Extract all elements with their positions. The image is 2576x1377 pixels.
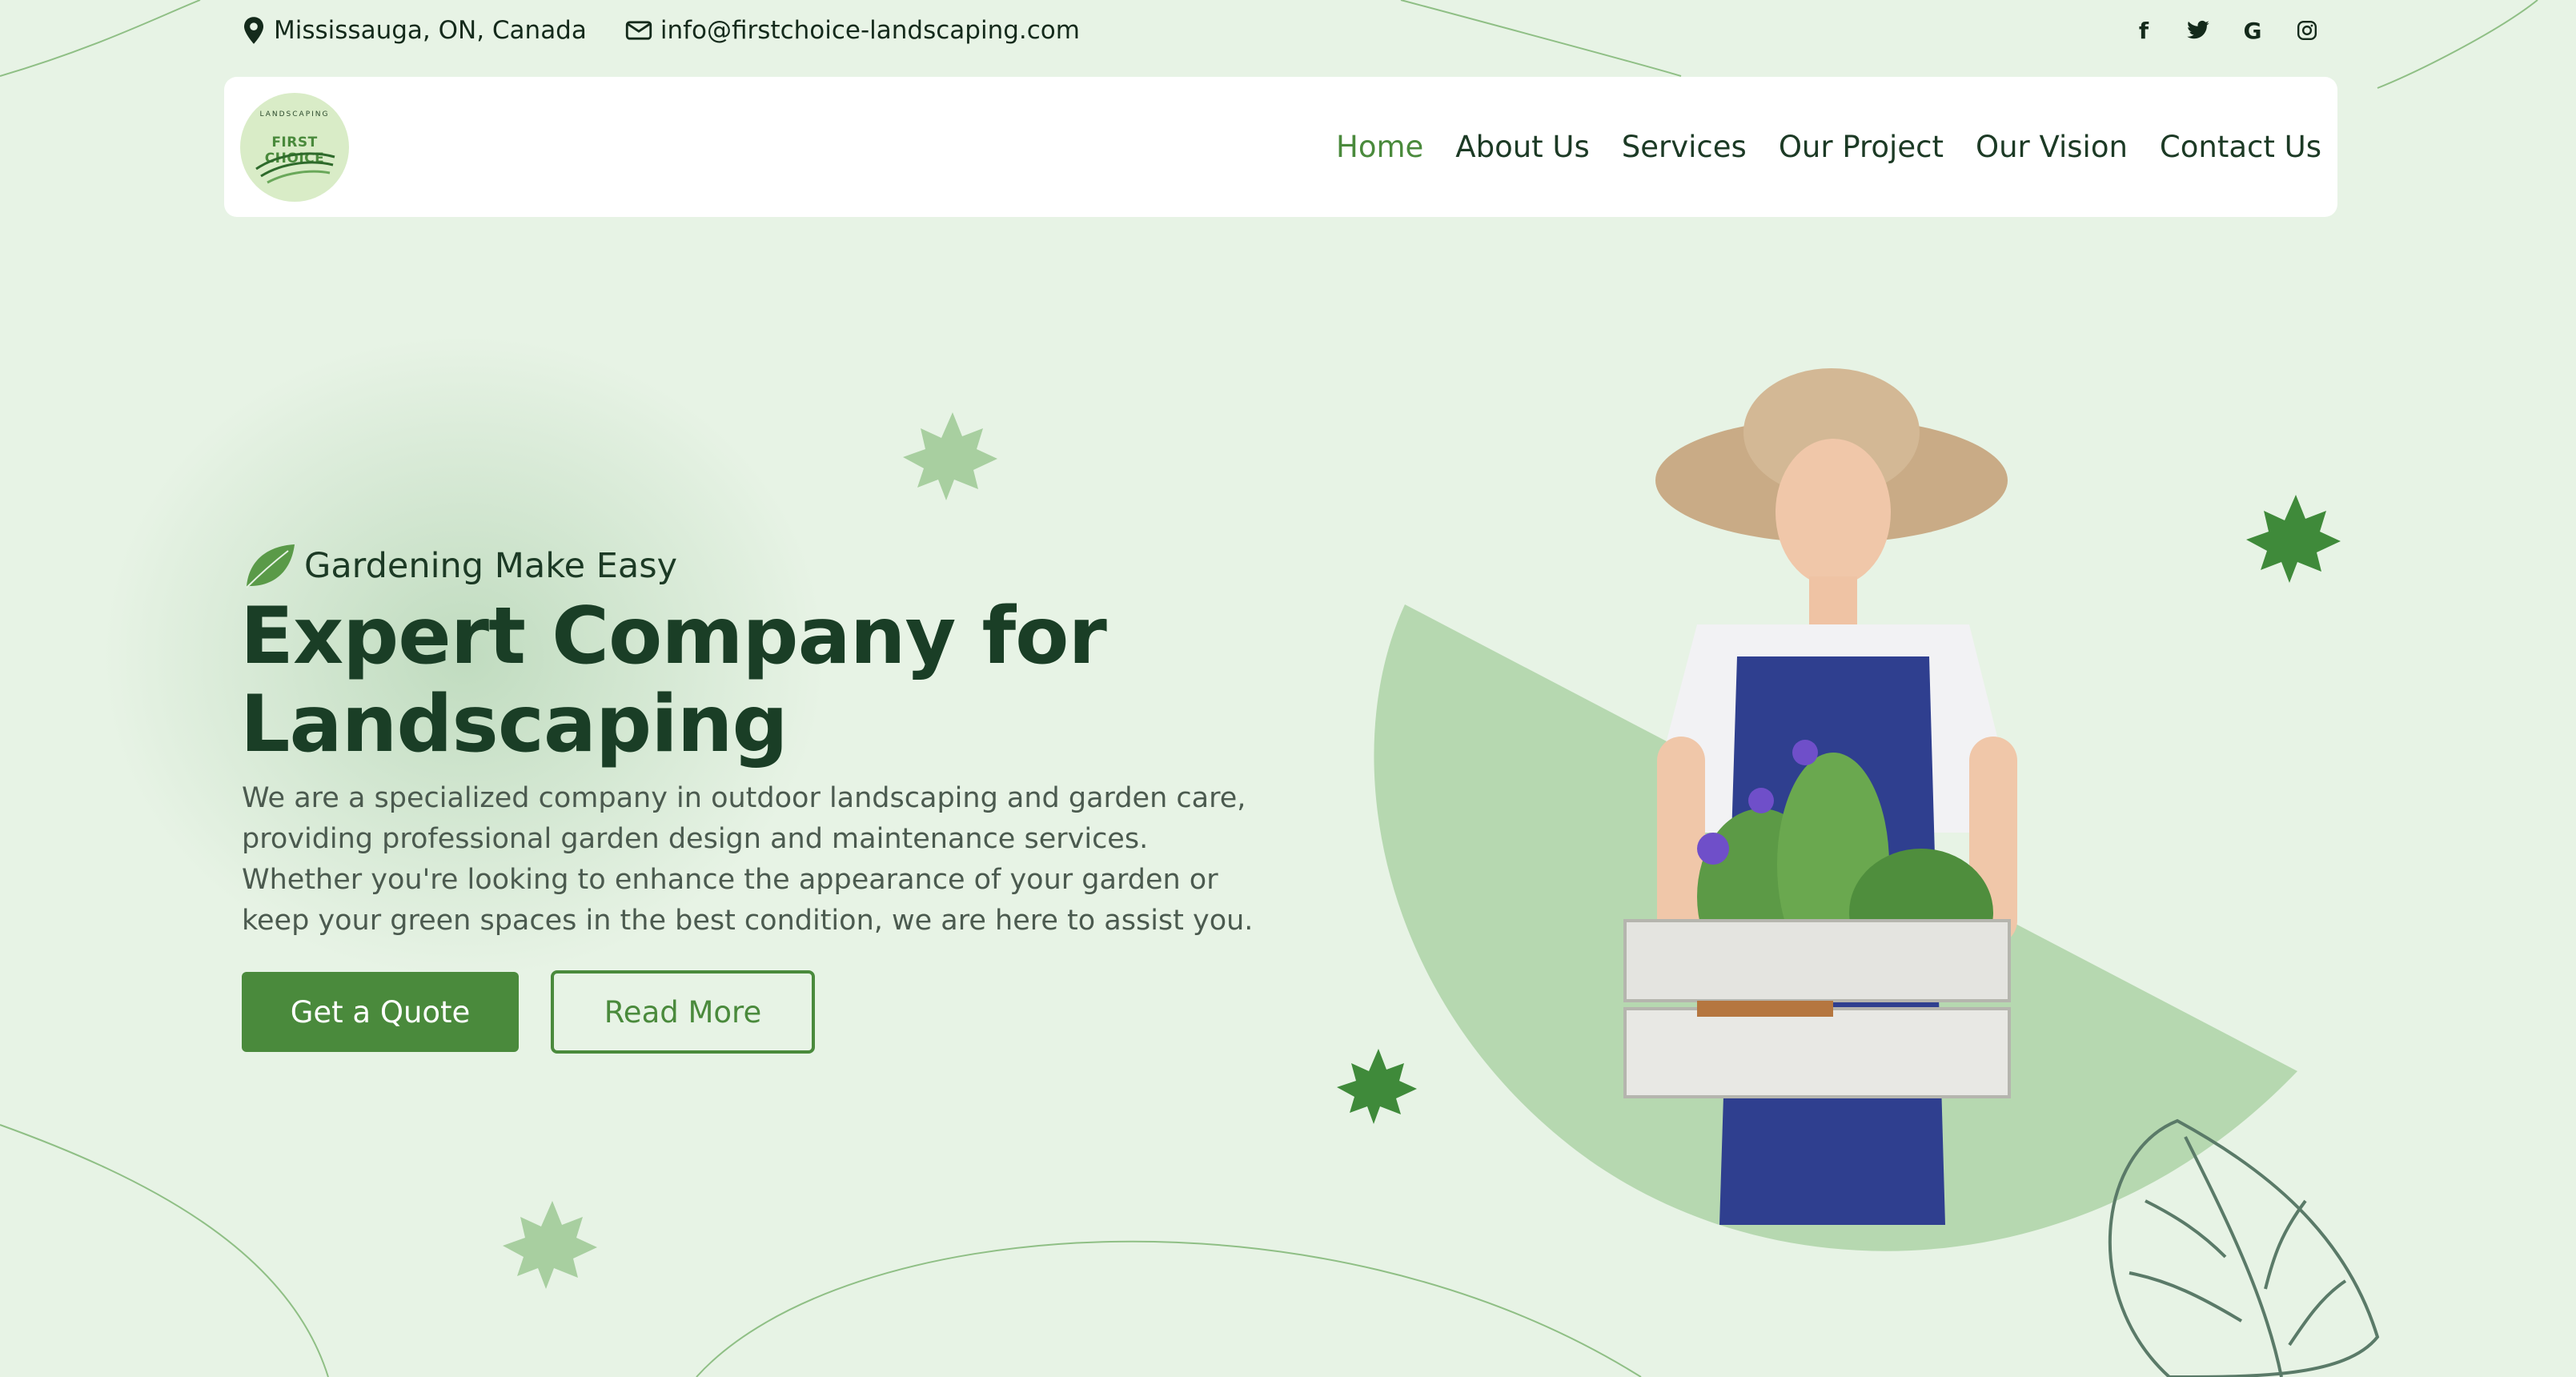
social-links: f G xyxy=(2128,11,2323,50)
hero-title-line2: Landscaping xyxy=(240,679,788,770)
hero-title: Expert Company for Landscaping xyxy=(240,592,1281,769)
nav-our-project[interactable]: Our Project xyxy=(1779,130,1944,164)
header-navbar: LANDSCAPING FIRST CHOICE Home About Us S… xyxy=(224,77,2337,217)
gardener-figure xyxy=(1623,368,2017,1225)
email-link[interactable]: info@firstchoice-landscaping.com xyxy=(660,16,1080,45)
maple-leaf-icon xyxy=(903,412,997,500)
leaf-icon xyxy=(246,544,295,588)
instagram-icon[interactable] xyxy=(2291,14,2323,46)
nav-services[interactable]: Services xyxy=(1622,130,1747,164)
nav-contact-us[interactable]: Contact Us xyxy=(2160,130,2321,164)
tagline-text: Gardening Make Easy xyxy=(304,546,678,586)
hero-tagline: Gardening Make Easy xyxy=(242,538,677,594)
hero-title-line1: Expert Company for xyxy=(240,591,1107,682)
twitter-icon[interactable] xyxy=(2182,14,2214,46)
location-pin-icon xyxy=(244,17,263,44)
envelope-icon xyxy=(625,21,652,40)
company-logo[interactable]: LANDSCAPING FIRST CHOICE xyxy=(240,93,349,202)
maple-leaf-icon xyxy=(503,1201,597,1289)
location-text: Mississauga, ON, Canada xyxy=(274,16,587,45)
read-more-button[interactable]: Read More xyxy=(551,970,815,1054)
location-info: Mississauga, ON, Canada xyxy=(242,16,587,45)
nav-about-us[interactable]: About Us xyxy=(1455,130,1590,164)
main-nav: Home About Us Services Our Project Our V… xyxy=(1336,77,2321,217)
facebook-icon[interactable]: f xyxy=(2128,14,2160,46)
google-icon[interactable]: G xyxy=(2237,14,2269,46)
hero-description: We are a specialized company in outdoor … xyxy=(242,782,1254,937)
logo-swoosh-icon xyxy=(255,152,335,184)
top-bar: Mississauga, ON, Canada info@firstchoice… xyxy=(242,11,2323,50)
nav-our-vision[interactable]: Our Vision xyxy=(1976,130,2128,164)
nav-home[interactable]: Home xyxy=(1336,130,1423,164)
get-a-quote-button[interactable]: Get a Quote xyxy=(242,972,519,1052)
hero-image xyxy=(1374,368,2380,1377)
email-info[interactable]: info@firstchoice-landscaping.com xyxy=(625,16,1080,45)
